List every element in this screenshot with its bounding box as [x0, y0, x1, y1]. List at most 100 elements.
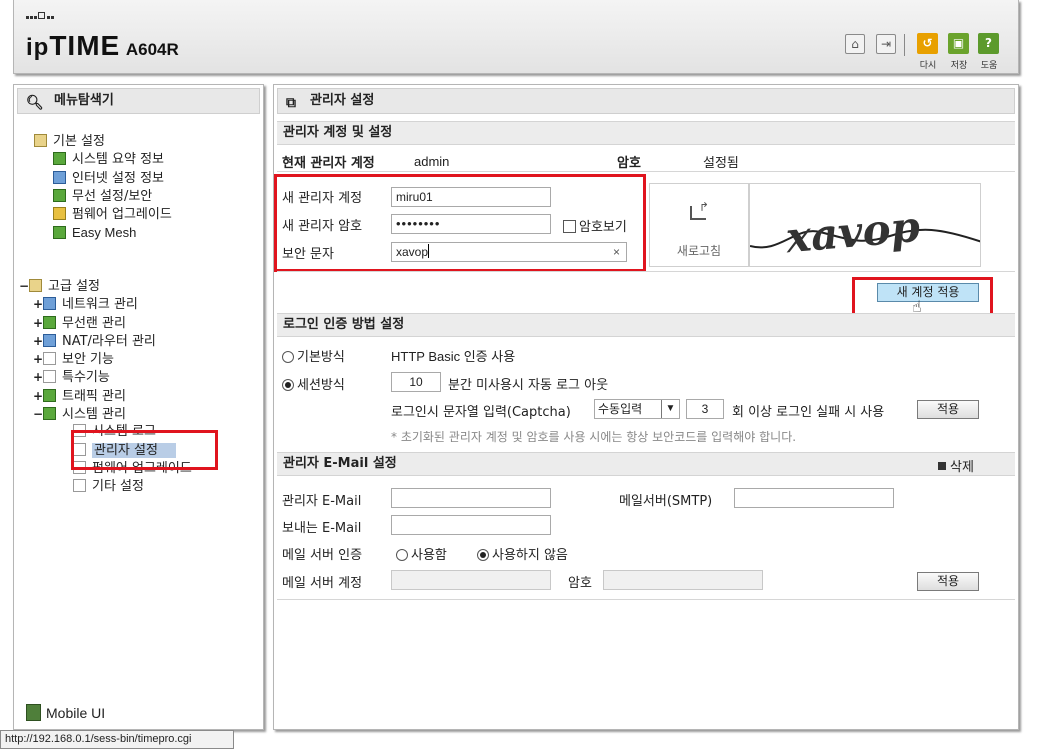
- sidebar-item-internet-settings[interactable]: 인터넷 설정 정보: [53, 170, 172, 188]
- login-apply-button[interactable]: 적용: [917, 400, 979, 419]
- folder-icon: [29, 279, 42, 292]
- mobile-ui-link[interactable]: Mobile UI: [26, 704, 105, 721]
- window-icon: ⧉: [286, 95, 296, 111]
- menu-explorer: 🔍︎ 메뉴탐색기 기본 설정 시스템 요약 정보 인터넷 설정 정보 무선 설정…: [13, 84, 264, 730]
- network-icon: [43, 297, 56, 311]
- captcha-image: xavop: [749, 183, 981, 267]
- mesh-icon: [53, 226, 66, 240]
- sidebar-item-wlan[interactable]: + 무선랜 관리: [33, 314, 192, 332]
- wireless-icon: [43, 315, 56, 329]
- redo-label: 다시: [919, 61, 937, 71]
- sidebar-item-traffic[interactable]: + 트래픽 관리: [33, 387, 192, 405]
- menu-explorer-title: 메뉴탐색기: [54, 93, 114, 108]
- radio-icon[interactable]: [282, 351, 294, 363]
- firmware-icon: [53, 207, 66, 221]
- divider: [277, 271, 1015, 272]
- captcha-refresh-button[interactable]: ↱ 새로고침: [649, 183, 749, 267]
- captcha-wave-graphic: xavop: [750, 202, 980, 263]
- sidebar-item-wireless-security[interactable]: 무선 설정/보안: [53, 188, 172, 206]
- sidebar-item-other-settings[interactable]: 기타 설정: [73, 478, 192, 496]
- admin-email-input[interactable]: [391, 488, 551, 508]
- main-header: ⧉ 관리자 설정: [277, 88, 1015, 114]
- expand-icon[interactable]: +: [33, 387, 43, 405]
- radio-session-mode[interactable]: 세션방식: [282, 374, 345, 393]
- fail-count-input[interactable]: 3: [686, 399, 724, 419]
- computer-icon: [53, 170, 66, 184]
- traffic-icon: [43, 388, 56, 402]
- mail-pw-input[interactable]: [603, 570, 763, 590]
- home-icon[interactable]: ⌂: [845, 34, 865, 54]
- divider: [277, 599, 1015, 600]
- smtp-input[interactable]: [734, 488, 894, 508]
- radio-icon[interactable]: [282, 379, 294, 391]
- sidebar-item-nat-router[interactable]: + NAT/라우터 관리: [33, 332, 192, 350]
- highlight-box-account: [274, 174, 646, 272]
- help-icon[interactable]: ?: [978, 33, 999, 54]
- fail-count-desc: 회 이상 로그인 실패 시 사용: [732, 405, 885, 420]
- radio-icon[interactable]: [396, 549, 408, 561]
- router-icon: [43, 333, 56, 347]
- sidebar-item-network[interactable]: + 네트워크 관리: [33, 295, 192, 313]
- email-delete-button[interactable]: 삭제: [938, 456, 974, 475]
- wireless-icon: [53, 188, 66, 202]
- chevron-down-icon[interactable]: ▼: [661, 400, 679, 418]
- collapse-icon[interactable]: −: [19, 277, 29, 295]
- redo-icon[interactable]: ↺: [917, 33, 938, 54]
- sidebar-item-easy-mesh[interactable]: Easy Mesh: [53, 224, 172, 242]
- header-separator: [904, 34, 905, 56]
- password-label: 암호: [617, 156, 641, 171]
- captcha-desc: 로그인시 문자열 입력(Captcha): [391, 405, 571, 420]
- radio-basic-mode[interactable]: 기본방식: [282, 346, 345, 365]
- search-icon: 🔍︎: [26, 95, 44, 111]
- email-section-title: 관리자 E-Mail 설정: [277, 452, 1015, 476]
- top-header: ipTIME A604R ⌂ ⇥ ↺ ▣ ? 다시 저장 도움: [13, 0, 1019, 74]
- expand-icon[interactable]: +: [33, 368, 43, 386]
- sidebar-item-system[interactable]: − 시스템 관리: [33, 405, 192, 423]
- session-timeout-input[interactable]: 10: [391, 372, 441, 392]
- tree-folder-advanced[interactable]: − 고급 설정: [19, 277, 192, 295]
- sender-email-label: 보내는 E-Mail: [282, 521, 362, 536]
- basic-settings-group: 기본 설정 시스템 요약 정보 인터넷 설정 정보 무선 설정/보안 펌웨어 업…: [34, 133, 172, 243]
- login-section-title: 로그인 인증 방법 설정: [277, 313, 1015, 337]
- sidebar-item-special[interactable]: + 특수기능: [33, 368, 192, 386]
- admin-email-label: 관리자 E-Mail: [282, 494, 362, 509]
- special-icon: [43, 370, 56, 384]
- basic-mode-desc: HTTP Basic 인증 사용: [391, 349, 516, 364]
- account-section-title: 관리자 계정 및 설정: [277, 121, 1015, 145]
- apps-grid-icon[interactable]: [26, 10, 55, 25]
- save-icon[interactable]: ▣: [948, 33, 969, 54]
- email-apply-button[interactable]: 적용: [917, 572, 979, 591]
- radio-auth-nouse[interactable]: 사용하지 않음: [477, 544, 568, 563]
- expand-icon[interactable]: +: [33, 332, 43, 350]
- expand-icon[interactable]: +: [33, 314, 43, 332]
- page-title: 관리자 설정: [310, 93, 375, 108]
- radio-auth-use[interactable]: 사용함: [396, 544, 447, 563]
- highlight-box-apply: [852, 277, 993, 317]
- folder-icon: [34, 134, 47, 147]
- delete-icon: [938, 462, 946, 470]
- chart-icon: [53, 152, 66, 166]
- svg-text:xavop: xavop: [783, 202, 922, 263]
- mail-pw-label: 암호: [568, 576, 592, 591]
- sidebar-item-system-summary[interactable]: 시스템 요약 정보: [53, 151, 172, 169]
- tree-folder-basic[interactable]: 기본 설정: [34, 133, 172, 151]
- expand-icon[interactable]: +: [33, 350, 43, 368]
- logout-icon[interactable]: ⇥: [876, 34, 896, 54]
- captcha-mode-select[interactable]: 수동입력 ▼: [594, 399, 680, 419]
- lock-icon: [43, 352, 56, 366]
- login-note: * 초기화된 관리자 계정 및 암호를 사용 시에는 항상 보안코드를 입력해야…: [391, 430, 797, 444]
- menu-explorer-header: 🔍︎ 메뉴탐색기: [17, 88, 260, 114]
- radio-icon[interactable]: [477, 549, 489, 561]
- collapse-icon[interactable]: −: [33, 405, 43, 423]
- save-label: 저장: [950, 61, 968, 71]
- mail-account-input[interactable]: [391, 570, 551, 590]
- sidebar-item-security[interactable]: + 보안 기능: [33, 350, 192, 368]
- divider: [277, 171, 1015, 172]
- expand-icon[interactable]: +: [33, 295, 43, 313]
- password-status: 설정됨: [703, 156, 739, 171]
- mail-account-label: 메일 서버 계정: [282, 576, 363, 591]
- refresh-label: 새로고침: [676, 244, 722, 258]
- sidebar-item-firmware-upgrade[interactable]: 펌웨어 업그레이드: [53, 206, 172, 224]
- sender-email-input[interactable]: [391, 515, 551, 535]
- smtp-label: 메일서버(SMTP): [619, 494, 713, 509]
